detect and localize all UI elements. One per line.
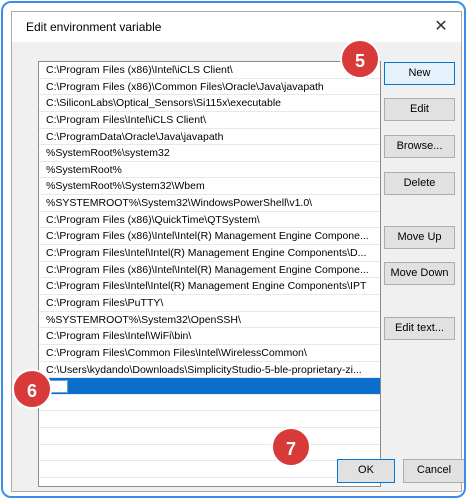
dialog-title: Edit environment variable xyxy=(26,20,162,34)
list-item[interactable]: C:\Program Files (x86)\Intel\Intel(R) Ma… xyxy=(39,262,380,279)
list-item[interactable]: C:\Program Files (x86)\Common Files\Orac… xyxy=(39,79,380,96)
list-item[interactable]: %SystemRoot% xyxy=(39,162,380,179)
move-up-button[interactable]: Move Up xyxy=(384,226,455,249)
edit-text-button[interactable]: Edit text... xyxy=(384,317,455,340)
step-7-callout: 7 xyxy=(271,427,311,467)
list-item[interactable]: C:\Users\kydando\Downloads\SimplicityStu… xyxy=(39,362,380,379)
edit-env-variable-dialog: Edit environment variable ✕ C:\Program F… xyxy=(11,11,464,492)
new-button[interactable]: New xyxy=(384,62,455,85)
ok-button[interactable]: OK xyxy=(337,459,395,483)
list-item[interactable]: C:\Program Files\Common Files\Intel\Wire… xyxy=(39,345,380,362)
step-5-callout: 5 xyxy=(340,39,380,79)
list-item[interactable]: C:\Program Files\PuTTY\ xyxy=(39,295,380,312)
browse-button[interactable]: Browse... xyxy=(384,135,455,158)
list-item[interactable]: C:\Program Files\Intel\iCLS Client\ xyxy=(39,112,380,129)
title-bar: Edit environment variable ✕ xyxy=(12,12,461,42)
empty-row xyxy=(39,411,380,429)
list-item[interactable]: C:\Program Files\Intel\Intel(R) Manageme… xyxy=(39,245,380,262)
empty-row xyxy=(39,428,380,445)
list-item[interactable]: C:\Program Files (x86)\Intel\Intel(R) Ma… xyxy=(39,228,380,246)
empty-row xyxy=(39,445,380,462)
list-item[interactable]: %SYSTEMROOT%\System32\OpenSSH\ xyxy=(39,312,380,329)
move-down-button[interactable]: Move Down xyxy=(384,262,455,285)
list-item[interactable]: C:\Program Files\Intel\Intel(R) Manageme… xyxy=(39,278,380,295)
path-list[interactable]: C:\Program Files (x86)\Intel\iCLS Client… xyxy=(38,61,381,487)
step-6-callout: 6 xyxy=(12,369,52,409)
delete-button[interactable]: Delete xyxy=(384,172,455,195)
edit-button[interactable]: Edit xyxy=(384,98,455,121)
list-item[interactable]: C:\Program Files (x86)\Intel\iCLS Client… xyxy=(39,62,380,79)
list-item[interactable]: %SYSTEMROOT%\System32\WindowsPowerShell\… xyxy=(39,195,380,212)
list-item[interactable]: %SystemRoot%\System32\Wbem xyxy=(39,178,380,196)
list-item[interactable]: C:\ProgramData\Oracle\Java\javapath xyxy=(39,129,380,146)
empty-row xyxy=(39,395,380,412)
screenshot-frame: Edit environment variable ✕ C:\Program F… xyxy=(1,1,466,498)
new-entry-row[interactable] xyxy=(39,378,380,395)
close-icon[interactable]: ✕ xyxy=(431,17,451,37)
list-item[interactable]: %SystemRoot%\system32 xyxy=(39,145,380,162)
empty-row xyxy=(39,461,380,479)
list-item[interactable]: C:\Program Files\Intel\WiFi\bin\ xyxy=(39,328,380,345)
cancel-button[interactable]: Cancel xyxy=(403,459,464,483)
list-item[interactable]: C:\Program Files (x86)\QuickTime\QTSyste… xyxy=(39,212,380,229)
list-item[interactable]: C:\SiliconLabs\Optical_Sensors\Si115x\ex… xyxy=(39,95,380,112)
